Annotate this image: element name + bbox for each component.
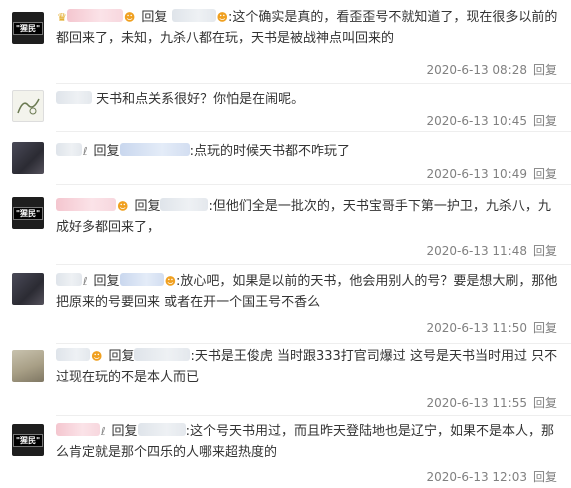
reply-button[interactable]: 回复 xyxy=(533,470,557,484)
avatar-label: "猩民" xyxy=(12,206,44,220)
username-redacted[interactable] xyxy=(56,273,82,286)
comment-item: ☻ 回复:天书是王俊虎 当时跟333打官司爆过 这号是天书当时用过 只不过现在玩的… xyxy=(0,344,571,416)
reply-word: 回复 xyxy=(134,199,161,214)
reply-button[interactable]: 回复 xyxy=(533,244,557,258)
comment-text: :点玩的时候天书都不咋玩了 xyxy=(189,144,350,159)
avatar[interactable]: "猩民" xyxy=(12,12,44,44)
comment-time: 2020-6-13 11:55 xyxy=(426,396,527,410)
ghost-icon: ℓ xyxy=(83,275,88,288)
reply-button[interactable]: 回复 xyxy=(533,114,557,128)
comment-time: 2020-6-13 11:48 xyxy=(426,244,527,258)
sketch-avatar-icon xyxy=(17,98,40,115)
reply-button[interactable]: 回复 xyxy=(533,167,557,181)
avatar-label: "猩民" xyxy=(12,21,44,35)
vip-icon: ☻ xyxy=(216,11,228,24)
reply-target-redacted[interactable] xyxy=(134,348,191,361)
avatar[interactable] xyxy=(12,142,44,174)
comment-item: ℓ 回复 :点玩的时候天书都不咋玩了 2020-6-13 10:49 回复 xyxy=(0,132,571,185)
username-redacted[interactable] xyxy=(66,9,123,22)
comment-item: ℓ 回复 ☻:放心吧，如果是以前的天书，他会用别人的号？要是想大刷，那他把原来的号要… xyxy=(0,265,571,344)
comment-item: 天书和点关系很好？你怕是在闹呢。 2020-6-13 10:45 回复 xyxy=(0,84,571,132)
avatar[interactable]: "猩民" xyxy=(12,424,44,456)
comment-item: "猩民" ☻ 回复:但他们全是一批次的，天书宝哥手下第一护卫，九杀八，九成好多都回… xyxy=(0,185,571,265)
ghost-icon: ℓ xyxy=(83,145,88,158)
comment-time: 2020-6-13 12:03 xyxy=(426,470,527,484)
reply-word: 回复 xyxy=(141,10,168,25)
reply-word: 回复 xyxy=(108,349,135,364)
username-redacted[interactable] xyxy=(56,423,100,436)
comment-time: 2020-6-13 11:50 xyxy=(426,321,527,335)
reply-word: 回复 xyxy=(93,144,120,159)
vip-icon: ☻ xyxy=(91,350,103,363)
comment-text: :但他们全是一批次的，天书宝哥手下第一护卫，九杀八，九成好多都回来了， xyxy=(56,199,551,235)
vip-icon: ☻ xyxy=(164,275,177,288)
comment-text: 天书和点关系很好？你怕是在闹呢。 xyxy=(96,92,305,107)
comment-item: "猩民" ℓ 回复:这个号天书用过，而且昨天登陆地也是辽宁，如果不是本人，那么肯定… xyxy=(0,416,571,488)
avatar[interactable] xyxy=(12,350,44,382)
comment-time: 2020-6-13 08:28 xyxy=(426,63,527,77)
vip-icon: ☻ xyxy=(123,11,136,24)
reply-target-redacted[interactable] xyxy=(160,198,209,211)
reply-button[interactable]: 回复 xyxy=(533,63,557,77)
reply-word: 回复 xyxy=(111,424,138,439)
ghost-icon: ℓ xyxy=(101,425,106,438)
avatar[interactable] xyxy=(12,90,44,122)
reply-button[interactable]: 回复 xyxy=(533,396,557,410)
avatar-label: "猩民" xyxy=(12,433,44,447)
reply-target-redacted[interactable] xyxy=(137,423,186,436)
medal-icon: ♛ xyxy=(57,11,67,24)
comment-list: "猩民" ♛ ☻ 回复 ☻:这个确实是真的，看歪歪号不就知道了，现在很多以前的都回来… xyxy=(0,0,571,488)
reply-target-redacted[interactable] xyxy=(171,9,216,22)
comment-time: 2020-6-13 10:49 xyxy=(426,167,527,181)
reply-button[interactable]: 回复 xyxy=(533,321,557,335)
vip-icon: ☻ xyxy=(117,200,129,213)
avatar[interactable] xyxy=(12,273,44,305)
username-redacted[interactable] xyxy=(56,348,90,361)
reply-word: 回复 xyxy=(93,274,120,289)
avatar[interactable]: "猩民" xyxy=(12,197,44,229)
comment-time: 2020-6-13 10:45 xyxy=(426,114,527,128)
username-redacted[interactable] xyxy=(56,91,92,104)
reply-target-redacted[interactable] xyxy=(119,143,190,156)
comment-item: "猩民" ♛ ☻ 回复 ☻:这个确实是真的，看歪歪号不就知道了，现在很多以前的都回来… xyxy=(0,0,571,84)
reply-target-redacted[interactable] xyxy=(119,273,164,286)
username-redacted[interactable] xyxy=(56,143,82,156)
username-redacted[interactable] xyxy=(56,198,116,211)
